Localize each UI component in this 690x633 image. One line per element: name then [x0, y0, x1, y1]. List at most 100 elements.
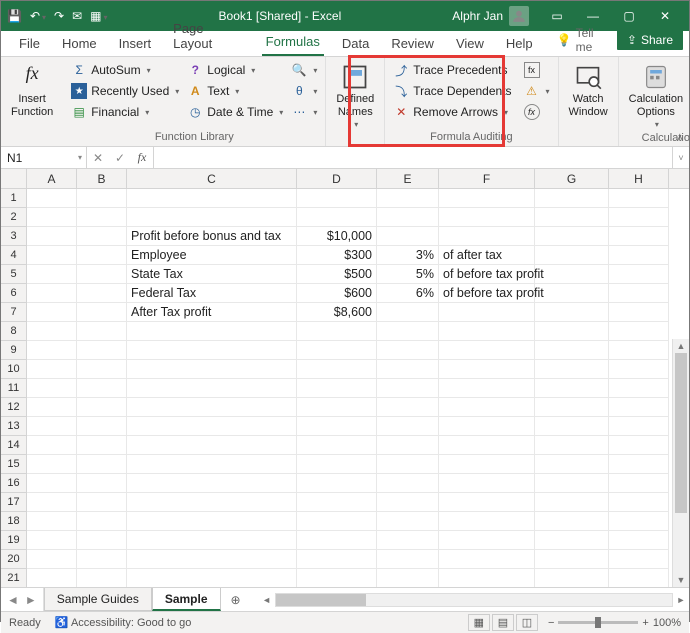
cell-C4[interactable]: Employee	[127, 246, 297, 265]
scroll-left-icon[interactable]: ◄	[259, 595, 275, 605]
cell-H1[interactable]	[609, 189, 669, 208]
cell-D6[interactable]: $600	[297, 284, 377, 303]
cell-B19[interactable]	[77, 531, 127, 550]
cell-D14[interactable]	[297, 436, 377, 455]
logical-button[interactable]: ?Logical▾	[185, 61, 285, 79]
cell-D9[interactable]	[297, 341, 377, 360]
cell-D16[interactable]	[297, 474, 377, 493]
cell-H8[interactable]	[609, 322, 669, 341]
evaluate-formula-button[interactable]: fx	[522, 103, 552, 121]
recently-used-button[interactable]: ★Recently Used▾	[69, 82, 181, 100]
zoom-level[interactable]: 100%	[653, 617, 681, 629]
cell-D3[interactable]: $10,000	[297, 227, 377, 246]
cell-B9[interactable]	[77, 341, 127, 360]
user-area[interactable]: Alphr Jan	[452, 6, 529, 26]
cell-H3[interactable]	[609, 227, 669, 246]
sheet-tab-sample[interactable]: Sample	[152, 588, 221, 611]
cell-A18[interactable]	[27, 512, 77, 531]
tab-data[interactable]: Data	[338, 31, 373, 56]
cell-G18[interactable]	[535, 512, 609, 531]
cell-D1[interactable]	[297, 189, 377, 208]
sheet-tab-sample-guides[interactable]: Sample Guides	[44, 588, 152, 611]
cell-A3[interactable]	[27, 227, 77, 246]
save-icon[interactable]: 💾	[7, 9, 22, 23]
scroll-down-icon[interactable]: ▼	[673, 573, 689, 587]
cell-F18[interactable]	[439, 512, 535, 531]
cell-H5[interactable]	[609, 265, 669, 284]
cell-B17[interactable]	[77, 493, 127, 512]
cell-B1[interactable]	[77, 189, 127, 208]
cell-G20[interactable]	[535, 550, 609, 569]
cell-E5[interactable]: 5%	[377, 265, 439, 284]
formula-input[interactable]	[154, 147, 673, 168]
zoom-out-button[interactable]: −	[548, 617, 554, 629]
cell-E10[interactable]	[377, 360, 439, 379]
cell-F2[interactable]	[439, 208, 535, 227]
row-header-15[interactable]: 15	[1, 455, 27, 474]
calculation-options-button[interactable]: Calculation Options▾	[625, 61, 687, 131]
cell-E21[interactable]	[377, 569, 439, 587]
name-box[interactable]: N1 ▾	[1, 147, 87, 168]
cell-H20[interactable]	[609, 550, 669, 569]
more-functions-button[interactable]: ⋯▾	[289, 103, 319, 121]
cell-F16[interactable]	[439, 474, 535, 493]
column-header-G[interactable]: G	[535, 169, 609, 188]
cell-A21[interactable]	[27, 569, 77, 587]
row-header-5[interactable]: 5	[1, 265, 27, 284]
cell-E2[interactable]	[377, 208, 439, 227]
cell-H6[interactable]	[609, 284, 669, 303]
cell-D10[interactable]	[297, 360, 377, 379]
cell-H10[interactable]	[609, 360, 669, 379]
row-header-4[interactable]: 4	[1, 246, 27, 265]
cell-E8[interactable]	[377, 322, 439, 341]
row-header-16[interactable]: 16	[1, 474, 27, 493]
cell-F21[interactable]	[439, 569, 535, 587]
row-header-1[interactable]: 1	[1, 189, 27, 208]
cell-C17[interactable]	[127, 493, 297, 512]
sheet-nav-prev-icon[interactable]: ◄	[7, 593, 19, 607]
cell-E11[interactable]	[377, 379, 439, 398]
cell-E15[interactable]	[377, 455, 439, 474]
column-header-F[interactable]: F	[439, 169, 535, 188]
cell-G16[interactable]	[535, 474, 609, 493]
share-button[interactable]: ⇪ Share	[617, 30, 683, 50]
row-header-20[interactable]: 20	[1, 550, 27, 569]
row-header-13[interactable]: 13	[1, 417, 27, 436]
cell-C2[interactable]	[127, 208, 297, 227]
cell-B18[interactable]	[77, 512, 127, 531]
email-icon[interactable]: ✉	[72, 9, 82, 23]
cell-C16[interactable]	[127, 474, 297, 493]
row-header-8[interactable]: 8	[1, 322, 27, 341]
zoom-in-button[interactable]: +	[642, 617, 648, 629]
cell-G19[interactable]	[535, 531, 609, 550]
cell-E20[interactable]	[377, 550, 439, 569]
cell-A5[interactable]	[27, 265, 77, 284]
cell-B13[interactable]	[77, 417, 127, 436]
cell-G12[interactable]	[535, 398, 609, 417]
cell-D7[interactable]: $8,600	[297, 303, 377, 322]
collapse-ribbon-button[interactable]: ˄	[677, 133, 683, 144]
cell-F8[interactable]	[439, 322, 535, 341]
tab-view[interactable]: View	[452, 31, 488, 56]
cell-H15[interactable]	[609, 455, 669, 474]
cell-F19[interactable]	[439, 531, 535, 550]
cell-D2[interactable]	[297, 208, 377, 227]
cell-C18[interactable]	[127, 512, 297, 531]
cell-A7[interactable]	[27, 303, 77, 322]
chevron-down-icon[interactable]: ▾	[78, 153, 82, 162]
remove-arrows-button[interactable]: ✕Remove Arrows▾	[391, 103, 513, 121]
cell-H12[interactable]	[609, 398, 669, 417]
cell-F3[interactable]	[439, 227, 535, 246]
cell-C12[interactable]	[127, 398, 297, 417]
cell-B8[interactable]	[77, 322, 127, 341]
cell-B6[interactable]	[77, 284, 127, 303]
row-header-21[interactable]: 21	[1, 569, 27, 587]
cell-D8[interactable]	[297, 322, 377, 341]
cell-G9[interactable]	[535, 341, 609, 360]
fx-button[interactable]: fx	[131, 150, 153, 165]
cell-C11[interactable]	[127, 379, 297, 398]
cell-G13[interactable]	[535, 417, 609, 436]
cell-H4[interactable]	[609, 246, 669, 265]
cell-F1[interactable]	[439, 189, 535, 208]
cell-G3[interactable]	[535, 227, 609, 246]
